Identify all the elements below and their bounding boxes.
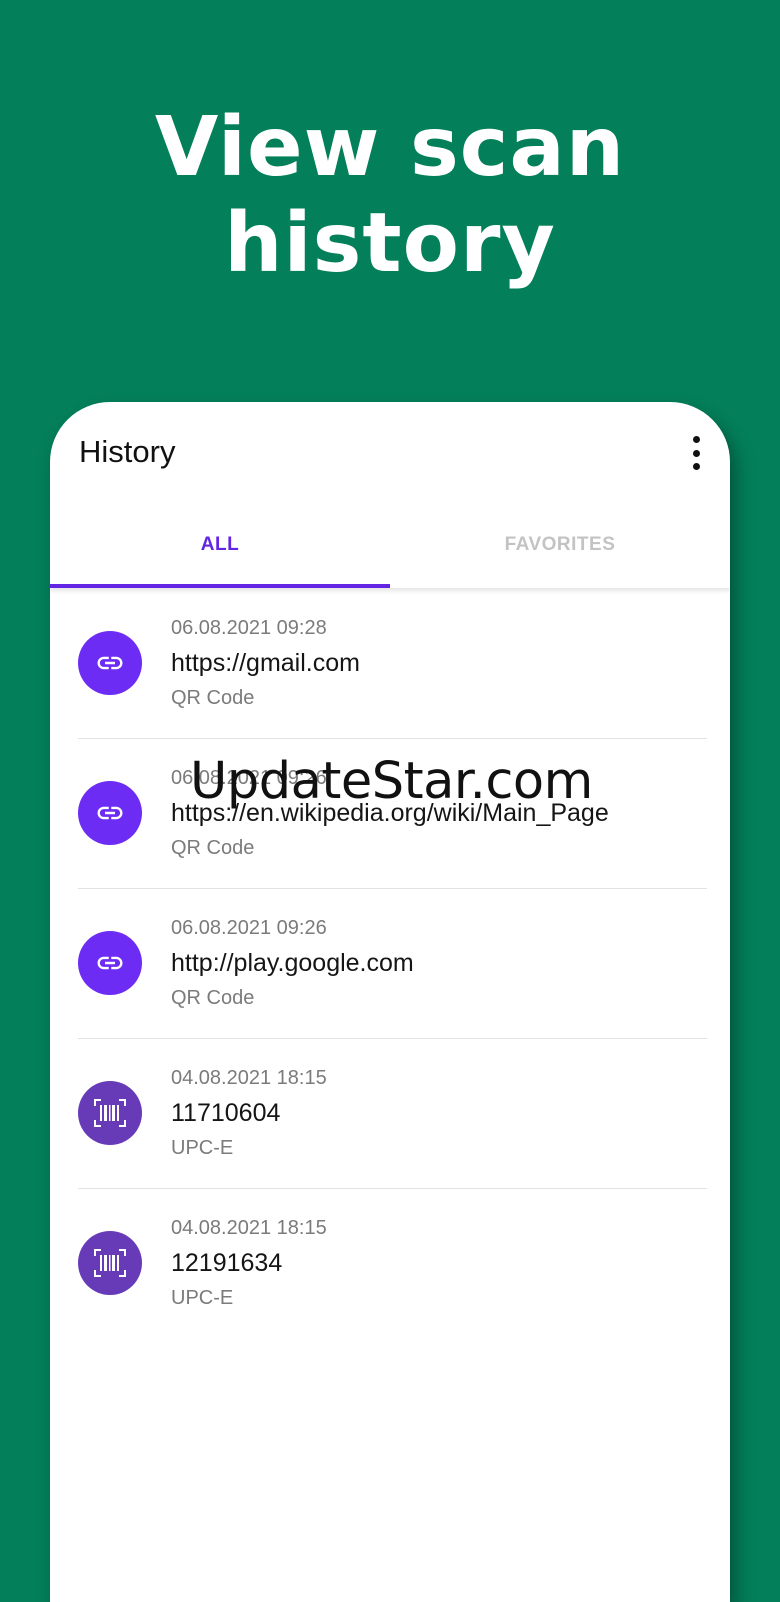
barcode-icon [78,1081,142,1145]
tab-favorites[interactable]: FAVORITES [390,502,730,588]
more-vert-icon[interactable] [684,436,708,470]
code-type: QR Code [171,837,255,859]
history-list: 06.08.2021 09:28 https://gmail.com QR Co… [50,588,730,1338]
headline-line-2: history [224,196,556,291]
link-icon [78,931,142,995]
headline: View scan history [0,100,780,292]
history-item-text: 04.08.2021 18:15 12191634 UPC-E [171,1215,327,1311]
scan-value: 12191634 [171,1249,283,1277]
code-type: QR Code [171,687,255,709]
app-bar: History [50,402,730,502]
history-item[interactable]: 06.08.2021 09:26 http://play.google.com … [50,888,730,1038]
scan-date: 06.08.2021 09:26 [171,917,327,939]
phone-screen: History ALL FAVORITES 06.08.2021 09:28 h… [50,402,730,1602]
history-item[interactable]: 04.08.2021 18:15 12191634 UPC-E [50,1188,730,1338]
scan-value: https://gmail.com [171,649,360,677]
scan-date: 06.08.2021 09:28 [171,617,327,639]
scan-value: 11710604 [171,1099,281,1127]
history-item-text: 06.08.2021 09:28 https://gmail.com QR Co… [171,615,360,711]
history-item[interactable]: 06.08.2021 09:28 https://gmail.com QR Co… [50,588,730,738]
code-type: QR Code [171,987,255,1009]
link-icon [78,631,142,695]
history-item-text: 04.08.2021 18:15 11710604 UPC-E [171,1065,327,1161]
scan-date: 04.08.2021 18:15 [171,1067,327,1089]
code-type: UPC-E [171,1287,234,1309]
tab-bar: ALL FAVORITES [50,502,730,588]
history-item[interactable]: 04.08.2021 18:15 11710604 UPC-E [50,1038,730,1188]
scan-date: 04.08.2021 18:15 [171,1217,327,1239]
link-icon [78,781,142,845]
scan-value: http://play.google.com [171,949,414,977]
history-item-text: 06.08.2021 09:26 http://play.google.com … [171,915,414,1011]
headline-line-1: View scan [154,100,626,195]
tab-all[interactable]: ALL [50,502,390,588]
watermark: UpdateStar.com [190,752,593,811]
page-title: History [79,434,176,469]
code-type: UPC-E [171,1137,234,1159]
barcode-icon [78,1231,142,1295]
